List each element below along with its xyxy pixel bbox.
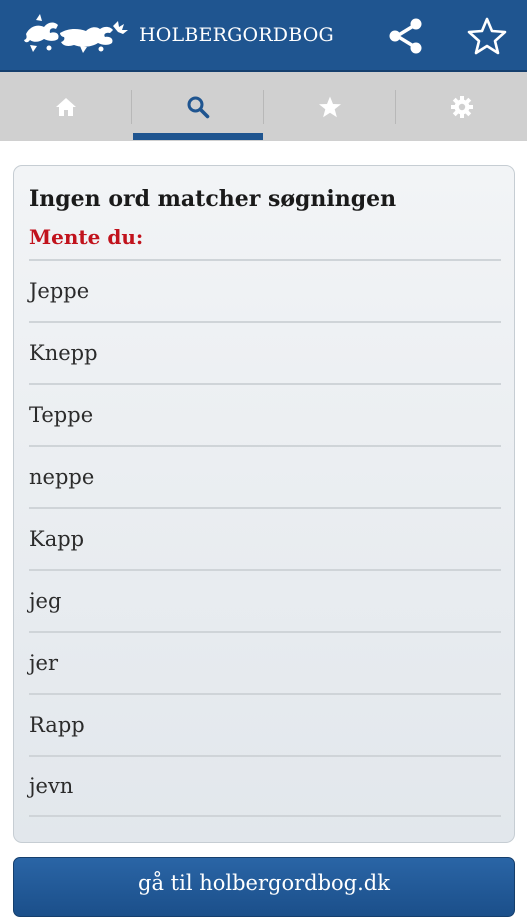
app-title: HOLBERGORDBOG (139, 24, 334, 46)
list-item[interactable]: Kapp (29, 507, 501, 569)
did-you-mean-label: Mente du: (29, 225, 144, 249)
list-item[interactable]: neppe (29, 445, 501, 507)
search-results-card: Ingen ord matcher søgningen Mente du: Je… (13, 165, 515, 843)
danish-lions-logo-icon (20, 12, 132, 56)
active-tab-indicator (133, 133, 263, 140)
list-item[interactable]: Jeppe (29, 259, 501, 321)
tab-bar (0, 72, 527, 141)
favorite-button[interactable] (465, 14, 509, 58)
star-outline-icon (467, 17, 507, 55)
tab-home[interactable] (0, 72, 131, 141)
tab-favorites[interactable] (264, 72, 395, 141)
search-icon (187, 96, 209, 118)
suggestion-list: Jeppe Knepp Teppe neppe Kapp jeg jer Rap… (29, 259, 501, 817)
tab-search[interactable] (132, 72, 263, 141)
home-icon (55, 97, 76, 116)
app-header: HOLBERGORDBOG (0, 0, 527, 72)
share-button[interactable] (384, 14, 428, 58)
list-item[interactable]: jer (29, 631, 501, 693)
share-icon (389, 18, 422, 54)
list-item[interactable]: jevn (29, 755, 501, 817)
goto-website-button[interactable]: gå til holbergordbog.dk (13, 857, 515, 917)
no-results-title: Ingen ord matcher søgningen (29, 186, 397, 212)
list-item[interactable]: jeg (29, 569, 501, 631)
tab-settings[interactable] (396, 72, 527, 141)
list-item[interactable]: Knepp (29, 321, 501, 383)
list-item[interactable]: Rapp (29, 693, 501, 755)
list-item[interactable]: Teppe (29, 383, 501, 445)
star-icon (318, 96, 341, 117)
gear-icon (450, 95, 473, 118)
